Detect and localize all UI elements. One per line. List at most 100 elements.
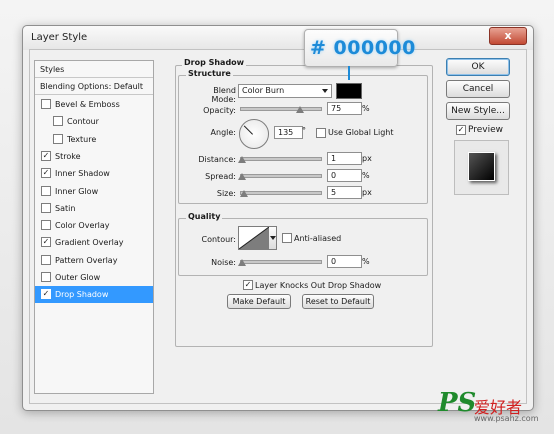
style-item-stroke[interactable]: ✓ Stroke (35, 148, 153, 165)
angle-input[interactable]: 135 (274, 126, 303, 139)
chevron-down-icon (322, 89, 328, 93)
spread-unit: % (362, 171, 370, 180)
style-item-checkbox[interactable]: ✓ (41, 168, 51, 179)
style-item-label: Bevel & Emboss (55, 100, 120, 109)
contour-label: Contour: (201, 235, 237, 244)
style-item-checkbox[interactable]: ✓ (41, 150, 51, 161)
style-item-inner-shadow[interactable]: ✓ Inner Shadow (35, 165, 153, 182)
preview-checkbox[interactable]: ✓ (456, 125, 466, 135)
close-button[interactable]: x (489, 27, 527, 45)
style-item-checkbox[interactable] (41, 220, 51, 231)
size-slider[interactable] (240, 191, 322, 195)
style-item-satin[interactable]: Satin (35, 200, 153, 217)
noise-slider[interactable] (240, 260, 322, 264)
blend-mode-label: Blend Mode: (211, 86, 237, 104)
style-item-inner-glow[interactable]: Inner Glow (35, 183, 153, 200)
style-item-outer-glow[interactable]: Outer Glow (35, 269, 153, 286)
style-item-label: Texture (67, 134, 97, 144)
style-item-texture[interactable]: Texture (35, 131, 153, 148)
style-item-bevel-emboss[interactable]: Bevel & Emboss (35, 96, 153, 113)
size-slider-thumb[interactable] (240, 190, 248, 197)
style-item-label: Satin (55, 203, 76, 213)
noise-input[interactable]: 0 (327, 255, 362, 268)
style-item-checkbox[interactable]: ✓ (41, 289, 51, 300)
style-item-pattern-overlay[interactable]: Pattern Overlay (35, 252, 153, 269)
styles-header[interactable]: Styles (35, 61, 153, 78)
style-item-checkbox[interactable] (41, 99, 51, 109)
distance-input[interactable]: 1 (327, 152, 362, 165)
style-item-label: Inner Glow (55, 186, 99, 196)
style-item-checkbox[interactable] (41, 185, 51, 196)
shadow-color-swatch[interactable] (336, 83, 362, 99)
distance-slider[interactable] (240, 157, 322, 161)
reset-to-default-button[interactable]: Reset to Default (302, 294, 374, 309)
make-default-button[interactable]: Make Default (227, 294, 291, 309)
structure-title: Structure (186, 69, 233, 78)
blending-options-item[interactable]: Blending Options: Default (35, 79, 153, 95)
noise-label: Noise: (211, 258, 236, 267)
opacity-slider-thumb[interactable] (296, 106, 304, 113)
cancel-button[interactable]: Cancel (446, 80, 510, 98)
anti-aliased-checkbox[interactable] (282, 233, 292, 243)
opacity-slider[interactable] (240, 107, 322, 111)
angle-dial-needle (243, 125, 253, 135)
knocks-out-checkbox[interactable]: ✓ (243, 280, 253, 290)
style-item-gradient-overlay[interactable]: ✓ Gradient Overlay (35, 234, 153, 251)
size-input[interactable]: 5 (327, 186, 362, 199)
style-item-checkbox[interactable] (41, 254, 51, 265)
opacity-input[interactable]: 75 (327, 102, 362, 115)
size-label: Size: (216, 189, 236, 198)
angle-dial[interactable] (239, 119, 269, 149)
global-light-label: Use Global Light (328, 128, 394, 137)
quality-group (178, 218, 428, 276)
new-style-button[interactable]: New Style... (446, 102, 510, 120)
style-item-label: Color Overlay (55, 221, 110, 231)
style-item-label: Inner Shadow (55, 169, 110, 179)
spread-input[interactable]: 0 (327, 169, 362, 182)
style-item-label: Contour (67, 117, 99, 127)
style-preview (454, 140, 509, 195)
angle-label: Angle: (210, 128, 236, 137)
global-light-checkbox[interactable] (316, 128, 326, 138)
distance-label: Distance: (198, 155, 236, 164)
style-item-label: Outer Glow (55, 273, 101, 282)
style-item-checkbox[interactable]: ✓ (41, 237, 51, 248)
distance-slider-thumb[interactable] (238, 156, 246, 163)
blend-mode-value: Color Burn (242, 86, 285, 95)
style-item-contour[interactable]: Contour (35, 113, 153, 130)
style-item-color-overlay[interactable]: Color Overlay (35, 217, 153, 234)
watermark-logo: PS (438, 388, 477, 418)
style-item-label: Gradient Overlay (55, 238, 124, 248)
spread-label: Spread: (205, 172, 236, 181)
title-bar: Layer Style x (23, 26, 533, 50)
noise-slider-thumb[interactable] (238, 259, 246, 266)
style-item-checkbox[interactable] (41, 202, 51, 213)
style-item-label: Pattern Overlay (55, 255, 118, 265)
preview-swatch (468, 152, 495, 181)
style-item-checkbox[interactable] (53, 116, 63, 127)
blend-mode-select[interactable]: Color Burn (238, 84, 332, 98)
noise-unit: % (362, 257, 370, 266)
knocks-out-label: Layer Knocks Out Drop Shadow (255, 281, 382, 290)
size-unit: px (362, 188, 372, 197)
spread-slider[interactable] (240, 174, 322, 178)
style-item-label: Drop Shadow (55, 290, 109, 300)
style-item-drop-shadow[interactable]: ✓ Drop Shadow (35, 286, 153, 304)
callout-hex-text: # 000000 (310, 37, 416, 59)
opacity-label: Opacity: (203, 106, 236, 115)
opacity-unit: % (362, 104, 370, 113)
style-item-checkbox[interactable] (41, 272, 51, 282)
style-item-checkbox[interactable] (53, 133, 63, 144)
styles-header-label: Styles (40, 65, 65, 74)
ok-button[interactable]: OK (446, 58, 510, 76)
distance-unit: px (362, 154, 372, 163)
degree-unit: ° (302, 126, 306, 135)
preview-label: Preview (468, 125, 504, 135)
contour-picker[interactable] (238, 226, 270, 250)
contour-dropdown-arrow[interactable] (269, 226, 277, 250)
quality-title: Quality (186, 212, 223, 221)
drop-shadow-title: Drop Shadow (182, 58, 247, 67)
callout-pointer (348, 66, 350, 80)
dialog-title: Layer Style (31, 32, 88, 43)
spread-slider-thumb[interactable] (238, 173, 246, 180)
